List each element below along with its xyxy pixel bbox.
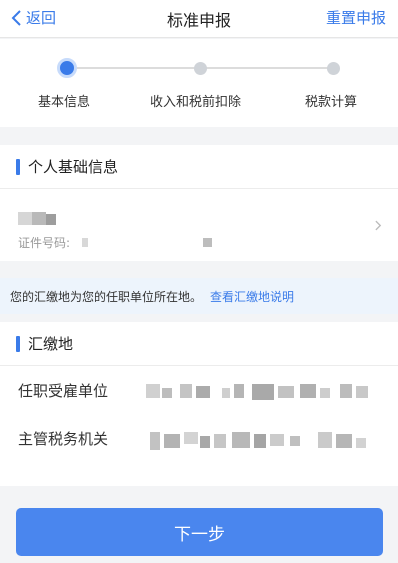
redacted-employer	[222, 388, 230, 398]
redacted-tax-authority	[336, 434, 352, 448]
step-dot-income	[194, 62, 207, 75]
reset-button[interactable]: 重置申报	[326, 7, 386, 28]
redacted-name	[32, 212, 46, 225]
redacted-employer	[196, 386, 210, 398]
notice-text: 您的汇缴地为您的任职单位所在地。	[10, 289, 203, 304]
id-number-label: 证件号码:	[18, 236, 71, 250]
redacted-tax-authority	[164, 434, 180, 448]
step-label-tax-calc: 税款计算	[305, 95, 358, 110]
redacted-tax-authority	[184, 432, 198, 444]
redacted-tax-authority	[214, 434, 226, 448]
tax-location-info-link[interactable]: 查看汇缴地说明	[210, 288, 294, 305]
employer-label: 任职受雇单位	[18, 382, 109, 400]
step-indicator: 基本信息 收入和税前扣除 税款计算	[0, 39, 398, 127]
redacted-employer	[278, 386, 294, 398]
redacted-employer	[146, 384, 160, 398]
step-connector	[205, 67, 330, 69]
redacted-tax-authority	[200, 436, 210, 448]
tax-location-title: 汇缴地	[28, 335, 74, 353]
tax-location-header: 汇缴地	[0, 322, 398, 366]
nav-bar: 返回 标准申报 重置申报	[0, 0, 398, 38]
redacted-tax-authority	[318, 432, 332, 448]
redacted-employer	[340, 384, 352, 398]
redacted-name	[18, 212, 32, 225]
redacted-name	[46, 214, 56, 225]
redacted-employer	[252, 384, 274, 400]
redacted-tax-authority	[290, 436, 300, 446]
personal-info-header: 个人基础信息	[0, 145, 398, 189]
section-accent-bar	[16, 158, 20, 175]
redacted-employer	[162, 388, 172, 398]
step-label-income: 收入和税前扣除	[150, 95, 242, 110]
step-connector	[70, 67, 198, 69]
redacted-id-number	[203, 238, 212, 247]
redacted-tax-authority	[356, 438, 366, 448]
personal-info-row[interactable]: 证件号码:	[0, 190, 398, 261]
step-dot-tax-calc	[327, 62, 340, 75]
redacted-employer	[320, 388, 330, 398]
redacted-id-number	[82, 238, 88, 247]
section-accent-bar	[16, 335, 20, 352]
personal-info-title: 个人基础信息	[28, 158, 119, 176]
redacted-tax-authority	[254, 434, 266, 448]
redacted-tax-authority	[150, 432, 160, 450]
redacted-employer	[180, 384, 192, 398]
step-label-basic-info: 基本信息	[38, 95, 91, 110]
personal-info-card: 个人基础信息 证件号码:	[0, 145, 398, 261]
redacted-employer	[234, 384, 244, 398]
redacted-tax-authority	[270, 434, 284, 446]
tax-location-card: 汇缴地 任职受雇单位 主管税务机关	[0, 322, 398, 486]
redacted-employer	[356, 386, 368, 398]
step-dot-basic-info	[57, 58, 77, 78]
redacted-tax-authority	[232, 432, 250, 448]
tax-location-notice: 您的汇缴地为您的任职单位所在地。 查看汇缴地说明	[0, 278, 398, 314]
redacted-employer	[300, 384, 316, 398]
tax-authority-label: 主管税务机关	[18, 430, 109, 448]
chevron-right-icon	[375, 220, 382, 231]
next-step-button[interactable]: 下一步	[16, 508, 383, 556]
